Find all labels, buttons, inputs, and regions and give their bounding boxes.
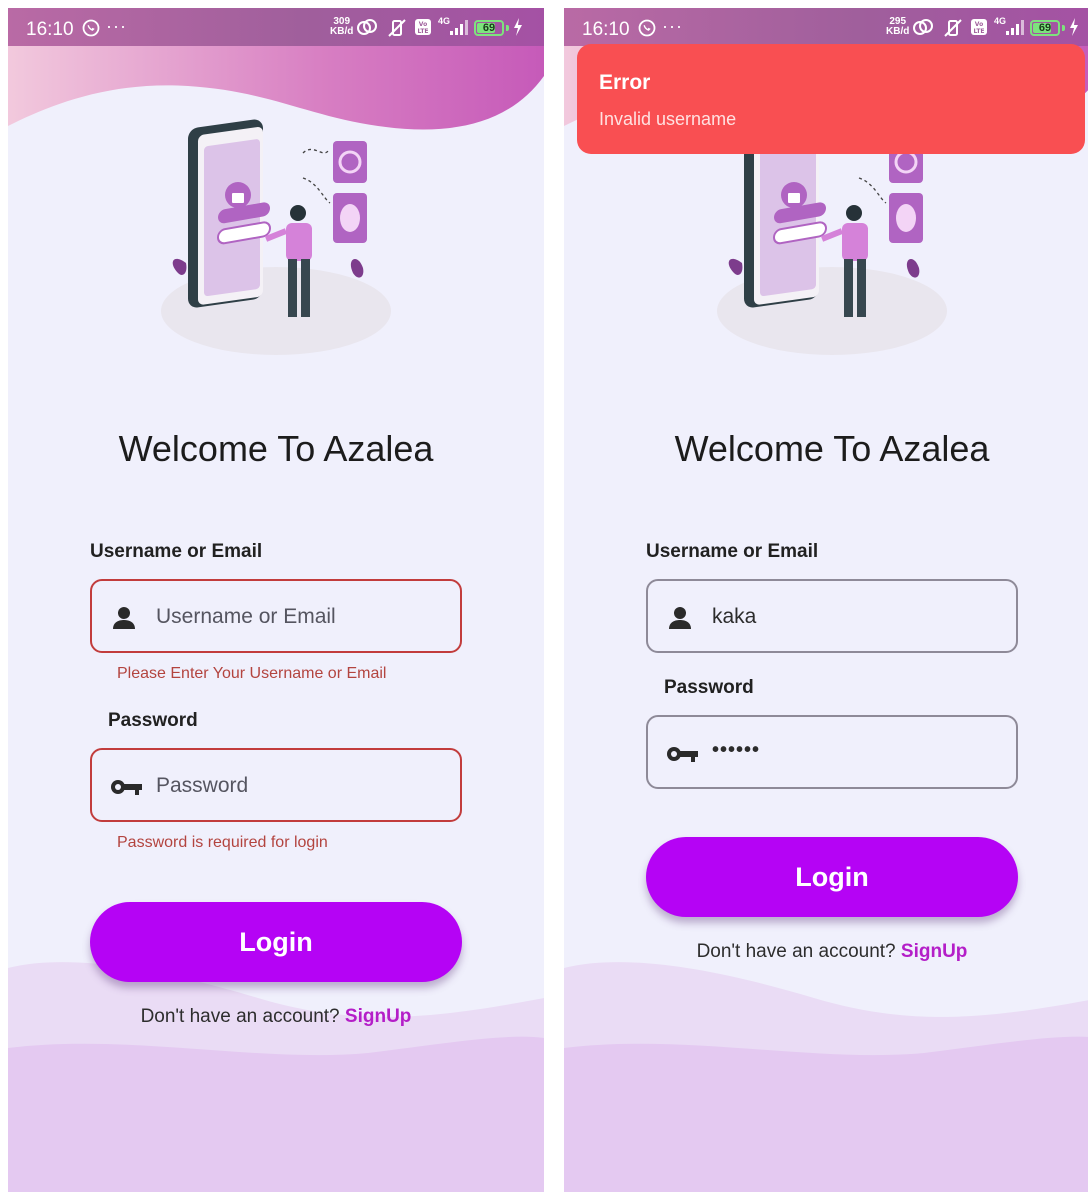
- volte-icon: VoLTE: [415, 19, 431, 35]
- notification-more-icon: ···: [662, 16, 683, 36]
- username-label: Username or Email: [90, 541, 263, 562]
- battery-level: 69: [482, 22, 496, 34]
- vibrate-off-icon: [388, 19, 406, 37]
- login-button[interactable]: Login: [646, 837, 1018, 917]
- key-icon: [667, 747, 698, 762]
- network-speed: 295 KB/d: [886, 17, 909, 37]
- speed-unit: KB/d: [330, 26, 354, 37]
- battery-tip: [1062, 25, 1065, 31]
- login-screen-error-toast: 16:10 ··· 295 KB/d Vo LTE 4G 69 Error In…: [564, 8, 1088, 1192]
- person-icon: [113, 607, 135, 629]
- password-label: Password: [108, 710, 198, 731]
- charging-icon: [1070, 18, 1078, 36]
- username-label: Username or Email: [646, 541, 819, 562]
- password-error-text: Password is required for login: [117, 834, 328, 851]
- bottom-wave-decoration: [564, 962, 1088, 1192]
- signal-icon: [1006, 20, 1024, 35]
- username-input[interactable]: Username or Email: [156, 605, 336, 629]
- signup-link[interactable]: SignUp: [901, 941, 968, 962]
- svg-text:LTE: LTE: [973, 28, 984, 35]
- svg-text:LTE: LTE: [417, 28, 428, 35]
- password-input[interactable]: ••••••: [712, 739, 760, 762]
- signup-link[interactable]: SignUp: [345, 1006, 412, 1027]
- whatsapp-icon: [638, 19, 656, 37]
- error-toast[interactable]: Error Invalid username: [577, 44, 1085, 154]
- username-input[interactable]: kaka: [712, 605, 756, 629]
- signup-row: Don't have an account? SignUp: [564, 941, 1088, 963]
- status-bar: 16:10 ··· 309 KB/d Vo LTE 4G 69: [8, 8, 544, 46]
- signup-prompt: Don't have an account?: [696, 941, 896, 962]
- battery-level: 69: [1038, 22, 1052, 34]
- status-time: 16:10: [582, 19, 630, 40]
- hotspot-link-icon: [913, 19, 933, 35]
- password-input[interactable]: Password: [156, 774, 248, 798]
- username-error-text: Please Enter Your Username or Email: [117, 665, 387, 682]
- svg-text:Vo: Vo: [419, 21, 427, 28]
- login-button[interactable]: Login: [90, 902, 462, 982]
- battery-icon: 69: [1030, 20, 1060, 36]
- phone-security-illustration: [161, 119, 391, 355]
- notification-more-icon: ···: [106, 16, 127, 36]
- username-field[interactable]: kaka: [646, 579, 1018, 653]
- signup-row: Don't have an account? SignUp: [8, 1006, 544, 1028]
- toast-title: Error: [599, 71, 651, 94]
- username-field[interactable]: Username or Email: [90, 579, 462, 653]
- volte-icon: VoLTE: [971, 19, 987, 35]
- hotspot-link-icon: [357, 19, 377, 35]
- speed-unit: KB/d: [886, 26, 910, 37]
- person-icon: [669, 607, 691, 629]
- welcome-title: Welcome To Azalea: [674, 428, 990, 469]
- vibrate-off-icon: [944, 19, 962, 37]
- toast-message: Invalid username: [599, 109, 737, 129]
- login-screen-validation-errors: 16:10 ··· 309 KB/d Vo LTE 4G 69 Welcome …: [8, 8, 544, 1192]
- signup-prompt: Don't have an account?: [140, 1006, 340, 1027]
- key-icon: [111, 780, 142, 795]
- password-field[interactable]: ••••••: [646, 715, 1018, 789]
- signal-icon: [450, 20, 468, 35]
- charging-icon: [514, 18, 522, 36]
- status-time: 16:10: [26, 19, 74, 40]
- battery-icon: 69: [474, 20, 504, 36]
- whatsapp-icon: [82, 19, 100, 37]
- welcome-title: Welcome To Azalea: [118, 428, 434, 469]
- password-field[interactable]: Password: [90, 748, 462, 822]
- status-bar: 16:10 ··· 295 KB/d Vo LTE 4G 69: [564, 8, 1088, 46]
- network-speed: 309 KB/d: [330, 17, 353, 37]
- battery-tip: [506, 25, 509, 31]
- svg-text:Vo: Vo: [975, 21, 983, 28]
- password-label: Password: [664, 677, 754, 698]
